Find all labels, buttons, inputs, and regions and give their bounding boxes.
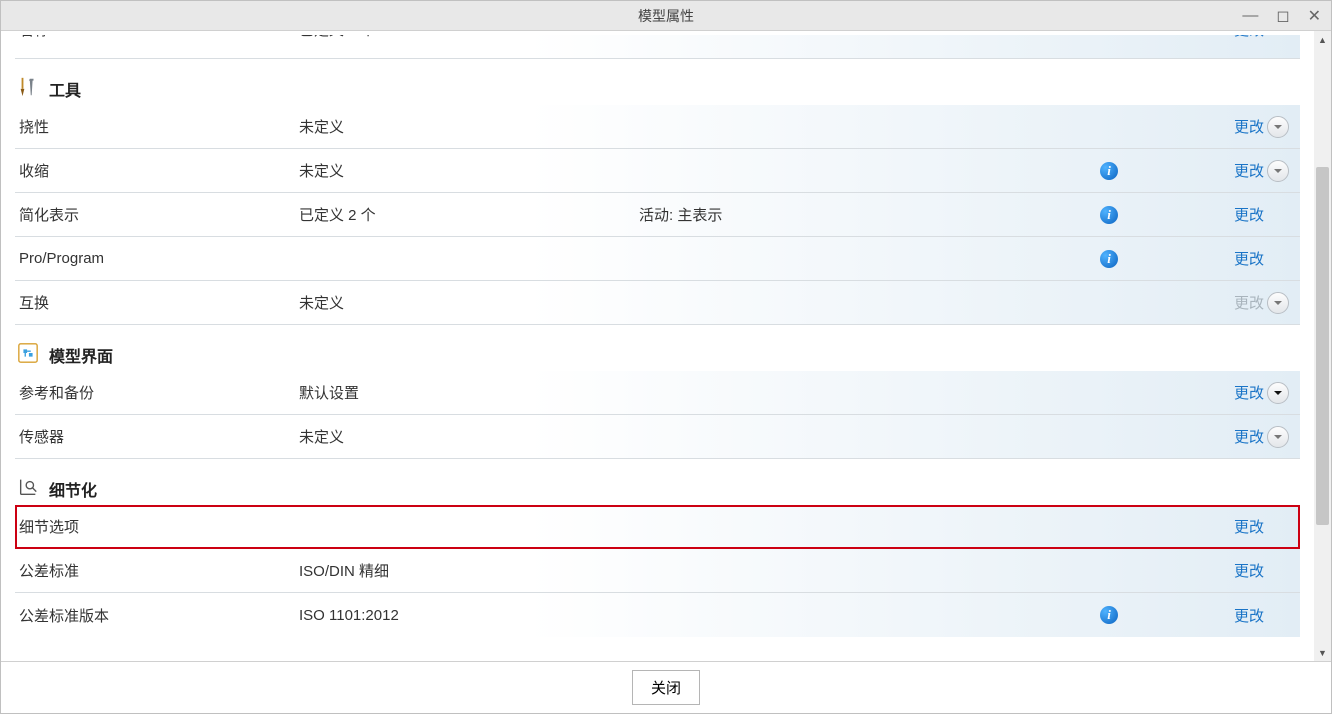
scroll-track[interactable] [1314,48,1331,644]
row-detailopts: 细节选项 更改 [15,505,1300,549]
row-refbackup-label: 参考和备份 [19,382,299,403]
close-button[interactable]: 关闭 [632,670,700,705]
row-shrink-value: 未定义 [299,160,639,181]
row-proprogram-change-link[interactable]: 更改 [1234,251,1264,268]
row-exchange: 互换 未定义 更改 [15,281,1300,325]
vertical-scrollbar[interactable]: ▲ ▼ [1314,31,1331,661]
close-icon[interactable]: ✕ [1304,6,1325,26]
row-flexibility-expand[interactable] [1267,116,1289,138]
row-proprogram: Pro/Program i 更改 [15,237,1300,281]
maximize-icon[interactable]: ◻ [1272,6,1293,26]
row-tolver-label: 公差标准版本 [19,605,299,626]
row-exchange-label: 互换 [19,292,299,313]
section-detail-label: 细节化 [49,477,97,501]
row-refbackup-expand[interactable] [1267,382,1289,404]
row-exchange-value: 未定义 [299,292,639,313]
row-names: 名称 已定义 4 个 更改 [15,35,1300,59]
tools-icon [17,76,39,102]
row-flexibility-change-link[interactable]: 更改 [1234,119,1264,136]
row-simprep-info-icon[interactable]: i [1100,206,1118,224]
row-simprep-label: 简化表示 [19,204,299,225]
row-refbackup-change-link[interactable]: 更改 [1234,385,1264,402]
row-tolstd-change-link[interactable]: 更改 [1234,563,1264,580]
row-refbackup-value: 默认设置 [299,382,639,403]
window-controls: — ◻ ✕ [1238,1,1325,31]
section-detail: 细节化 [15,459,1300,505]
row-tolver-info-icon[interactable]: i [1100,606,1118,624]
row-tolver-value: ISO 1101:2012 [299,607,639,624]
row-names-change-link[interactable]: 更改 [1234,35,1264,39]
row-sensor: 传感器 未定义 更改 [15,415,1300,459]
titlebar: 模型属性 — ◻ ✕ [1,1,1331,31]
minimize-icon[interactable]: — [1238,7,1262,25]
window-title: 模型属性 [638,6,694,26]
row-shrink-change-link[interactable]: 更改 [1234,163,1264,180]
row-tolver-change-link[interactable]: 更改 [1234,608,1264,625]
row-detailopts-change-link[interactable]: 更改 [1234,519,1264,536]
row-flexibility: 挠性 未定义 更改 [15,105,1300,149]
row-tolstd: 公差标准 ISO/DIN 精细 更改 [15,549,1300,593]
row-names-value: 已定义 4 个 [299,35,639,40]
row-shrink-label: 收缩 [19,160,299,181]
detail-icon [17,476,39,502]
row-tolver: 公差标准版本 ISO 1101:2012 i 更改 [15,593,1300,637]
section-interface-label: 模型界面 [49,343,113,367]
section-tools: 工具 [15,59,1300,105]
model-properties-window: 模型属性 — ◻ ✕ 名称 已定义 4 个 更改 [0,0,1332,714]
row-shrink-info-icon[interactable]: i [1100,162,1118,180]
row-flexibility-label: 挠性 [19,116,299,137]
row-proprogram-label: Pro/Program [19,250,299,267]
footer: 关闭 [1,661,1331,713]
row-simprep-change-link[interactable]: 更改 [1234,207,1264,224]
content-area: 名称 已定义 4 个 更改 工具 挠性 未定义 [1,31,1314,661]
scroll-up-icon[interactable]: ▲ [1314,31,1331,48]
section-interface: 模型界面 [15,325,1300,371]
row-sensor-value: 未定义 [299,426,639,447]
row-simprep: 简化表示 已定义 2 个 活动: 主表示 i 更改 [15,193,1300,237]
row-proprogram-info-icon[interactable]: i [1100,250,1118,268]
row-exchange-change-link: 更改 [1234,295,1264,312]
row-tolstd-label: 公差标准 [19,560,299,581]
row-flexibility-value: 未定义 [299,116,639,137]
row-simprep-value: 已定义 2 个 [299,204,639,225]
row-sensor-label: 传感器 [19,426,299,447]
row-sensor-expand[interactable] [1267,426,1289,448]
row-simprep-extra: 活动: 主表示 [639,204,1100,225]
scroll-thumb[interactable] [1316,167,1329,525]
row-tolstd-value: ISO/DIN 精细 [299,560,639,581]
row-exchange-expand[interactable] [1267,292,1289,314]
section-tools-label: 工具 [49,77,81,101]
interface-icon [17,342,39,368]
row-refbackup: 参考和备份 默认设置 更改 [15,371,1300,415]
row-names-label: 名称 [19,35,299,40]
row-detailopts-label: 细节选项 [19,516,299,537]
scroll-down-icon[interactable]: ▼ [1314,644,1331,661]
row-sensor-change-link[interactable]: 更改 [1234,429,1264,446]
row-shrink: 收缩 未定义 i 更改 [15,149,1300,193]
row-shrink-expand[interactable] [1267,160,1289,182]
